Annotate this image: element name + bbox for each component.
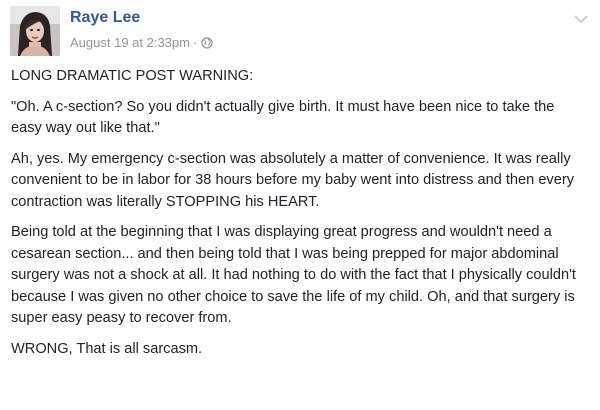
avatar-image <box>10 6 60 56</box>
post-paragraph: LONG DRAMATIC POST WARNING: <box>11 68 254 84</box>
author-name-link[interactable]: Raye Lee <box>70 9 140 27</box>
globe-icon[interactable] <box>201 36 213 49</box>
post-paragraph: WRONG, That is all sarcasm. <box>11 340 203 357</box>
chevron-down-icon[interactable] <box>574 14 588 24</box>
post-header: Raye Lee August 19 at 2:33pm · <box>10 6 590 62</box>
post-timestamp[interactable]: August 19 at 2:33pm <box>70 35 190 50</box>
post-meta: August 19 at 2:33pm · <box>70 35 213 50</box>
post-paragraph: Being told at the beginning that I was d… <box>11 224 576 326</box>
post-body: LONG DRAMATIC POST WARNING: "Oh. A c-sec… <box>11 66 589 369</box>
post-paragraph: Ah, yes. My emergency c-section was abso… <box>11 150 574 210</box>
post-paragraph: "Oh. A c-section? So you didn't actually… <box>11 98 555 137</box>
avatar[interactable] <box>10 6 60 56</box>
facebook-post: Raye Lee August 19 at 2:33pm · LONG DRAM… <box>0 0 600 410</box>
meta-separator: · <box>192 35 198 50</box>
